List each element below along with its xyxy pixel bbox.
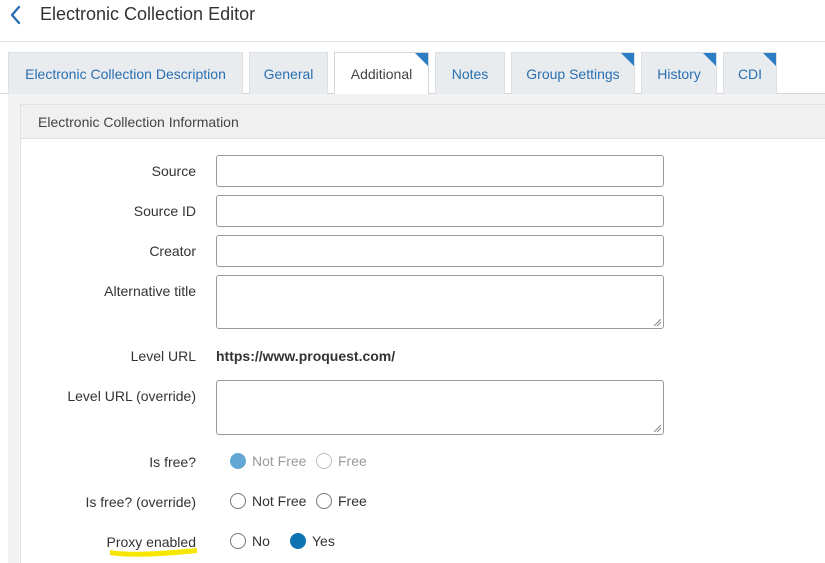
- is-free-override-not-free-radio[interactable]: Not Free: [230, 493, 306, 509]
- radio-unselected-icon[interactable]: [316, 493, 332, 509]
- is-free-not-free-radio: Not Free: [230, 453, 306, 469]
- page-title: Electronic Collection Editor: [40, 4, 256, 24]
- radio-label: Free: [338, 453, 367, 469]
- tab-marker-icon: [415, 53, 428, 66]
- radio-label: No: [252, 533, 270, 549]
- radio-unselected-icon[interactable]: [230, 493, 246, 509]
- radio-unselected-icon[interactable]: [230, 533, 246, 549]
- is-free-override-free-radio[interactable]: Free: [316, 493, 367, 509]
- tab-notes[interactable]: Notes: [435, 52, 505, 94]
- radio-label: Free: [338, 493, 367, 509]
- radio-label: Not Free: [252, 453, 307, 469]
- tab-general[interactable]: General: [249, 52, 328, 94]
- radio-selected-icon[interactable]: [290, 533, 306, 549]
- tab-label: CDI: [737, 66, 763, 82]
- section-title: Electronic Collection Information: [38, 114, 239, 130]
- radio-label: Not Free: [252, 493, 307, 509]
- section-header: Electronic Collection Information: [21, 105, 825, 139]
- tab-group-settings[interactable]: Group Settings: [511, 52, 635, 94]
- is-free-override-label: Is free? (override): [85, 494, 196, 510]
- level-url-override-label: Level URL (override): [67, 388, 196, 404]
- radio-label: Yes: [312, 533, 335, 549]
- is-free-free-radio: Free: [316, 453, 367, 469]
- tab-history[interactable]: History: [641, 52, 717, 94]
- source-input[interactable]: [216, 155, 664, 187]
- tab-label: History: [657, 66, 701, 82]
- tab-label: General: [263, 66, 314, 82]
- tab-marker-icon: [703, 53, 716, 66]
- tab-bar: Electronic Collection Description Genera…: [0, 52, 825, 95]
- tab-label: Additional: [350, 66, 413, 82]
- level-url-value: https://www.proquest.com/: [216, 348, 396, 364]
- page-header: Electronic Collection Editor: [0, 0, 825, 42]
- source-label: Source: [151, 163, 196, 179]
- resize-handle-icon[interactable]: [654, 425, 661, 432]
- resize-handle-icon[interactable]: [654, 319, 661, 326]
- chevron-left-icon: [10, 5, 21, 25]
- level-url-label: Level URL: [130, 348, 196, 364]
- tab-label: Group Settings: [526, 66, 620, 82]
- back-button[interactable]: [6, 4, 28, 26]
- proxy-enabled-label: Proxy enabled: [106, 534, 196, 550]
- tab-label: Notes: [451, 66, 489, 82]
- proxy-enabled-no-radio[interactable]: No: [230, 533, 270, 549]
- tab-label: Electronic Collection Description: [25, 66, 226, 82]
- tab-marker-icon: [763, 53, 776, 66]
- alternative-title-textarea[interactable]: [216, 275, 664, 329]
- tab-marker-icon: [621, 53, 634, 66]
- source-id-input[interactable]: [216, 195, 664, 227]
- creator-input[interactable]: [216, 235, 664, 267]
- radio-unselected-icon: [316, 453, 332, 469]
- tab-electronic-collection-description[interactable]: Electronic Collection Description: [8, 52, 243, 94]
- alternative-title-label: Alternative title: [104, 283, 196, 299]
- proxy-enabled-yes-radio[interactable]: Yes: [290, 533, 335, 549]
- is-free-label: Is free?: [149, 454, 196, 470]
- tab-additional[interactable]: Additional: [334, 52, 429, 95]
- tab-cdi[interactable]: CDI: [723, 52, 777, 94]
- level-url-override-textarea[interactable]: [216, 380, 664, 435]
- creator-label: Creator: [149, 243, 196, 259]
- radio-selected-icon: [230, 453, 246, 469]
- source-id-label: Source ID: [133, 203, 196, 219]
